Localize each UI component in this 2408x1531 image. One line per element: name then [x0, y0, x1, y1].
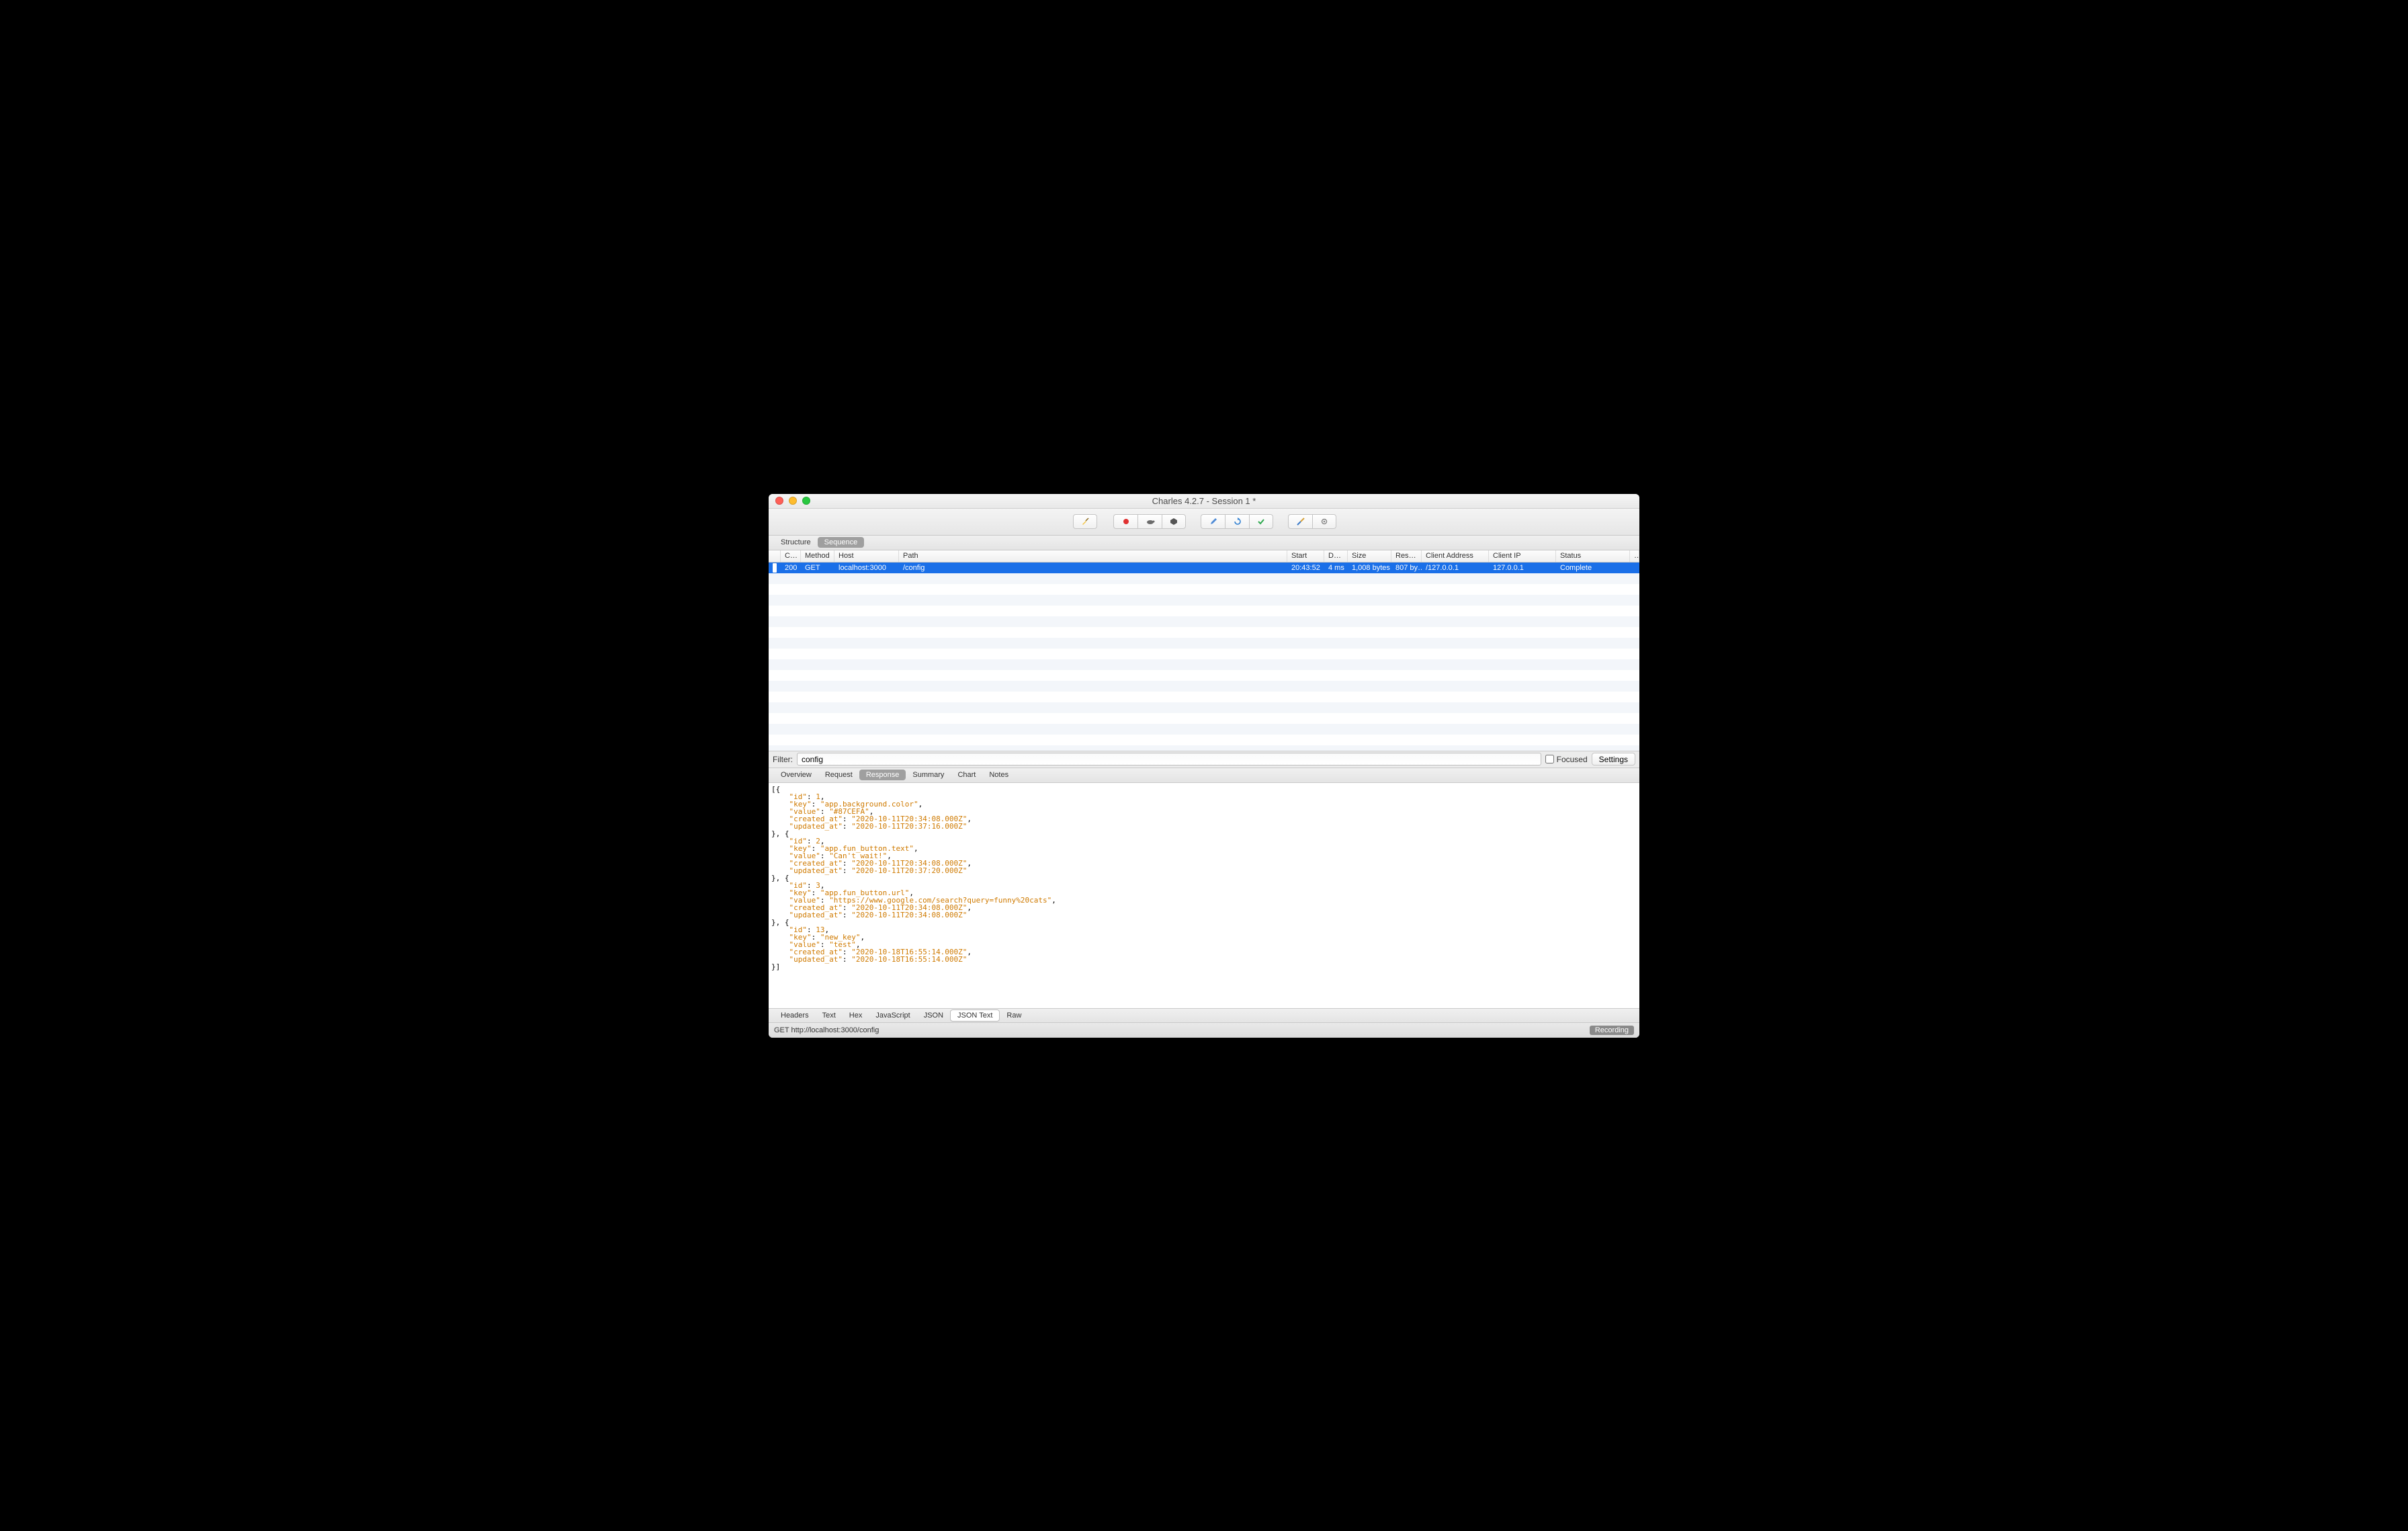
tab-sequence[interactable]: Sequence — [818, 537, 865, 548]
panel-tab-chart[interactable]: Chart — [951, 770, 982, 780]
panel-tabs: OverviewRequestResponseSummaryChartNotes — [769, 768, 1639, 783]
table-row — [769, 627, 1639, 638]
cell-path: /config — [899, 564, 1287, 572]
file-icon — [769, 563, 781, 573]
format-tab-hex[interactable]: Hex — [843, 1010, 869, 1021]
edit-button[interactable] — [1201, 514, 1225, 529]
cell-size: 1,008 bytes — [1348, 564, 1391, 572]
validate-button[interactable] — [1249, 514, 1273, 529]
focused-checkbox-wrap[interactable]: Focused — [1545, 755, 1588, 764]
table-row — [769, 595, 1639, 606]
wrench-icon — [1297, 518, 1305, 526]
table-row — [769, 606, 1639, 616]
focused-label: Focused — [1557, 755, 1588, 764]
col-extra[interactable]: … — [1630, 550, 1639, 562]
cell-resp: 807 by… — [1391, 564, 1422, 572]
table-row — [769, 735, 1639, 745]
cell-duration: 4 ms — [1324, 564, 1348, 572]
tools-button[interactable] — [1288, 514, 1312, 529]
toolbar — [769, 509, 1639, 536]
col-code[interactable]: C… — [781, 550, 801, 562]
tab-structure[interactable]: Structure — [774, 537, 818, 548]
broom-icon — [1080, 517, 1090, 526]
table-row — [769, 713, 1639, 724]
panel-tab-overview[interactable]: Overview — [774, 770, 818, 780]
tools-group — [1288, 514, 1336, 529]
hexagon-icon — [1170, 518, 1178, 526]
filter-label: Filter: — [773, 755, 793, 764]
col-client-ip[interactable]: Client IP — [1489, 550, 1556, 562]
pencil-icon — [1209, 518, 1217, 526]
col-resp[interactable]: Resp … — [1391, 550, 1422, 562]
table-row — [769, 702, 1639, 713]
col-method[interactable]: Method — [801, 550, 834, 562]
table-row — [769, 724, 1639, 735]
throttle-button[interactable] — [1137, 514, 1162, 529]
broom-button[interactable] — [1073, 514, 1097, 529]
filter-row: Filter: Focused Settings — [769, 751, 1639, 768]
refresh-icon — [1234, 518, 1242, 526]
format-tab-raw[interactable]: Raw — [1000, 1010, 1028, 1021]
recording-badge: Recording — [1590, 1026, 1634, 1035]
table-body[interactable]: 200GETlocalhost:3000/config20:43:524 ms1… — [769, 563, 1639, 751]
format-tab-javascript[interactable]: JavaScript — [869, 1010, 916, 1021]
cell-client-ip: 127.0.0.1 — [1489, 564, 1556, 572]
col-status[interactable]: Status — [1556, 550, 1630, 562]
record-icon — [1123, 518, 1129, 525]
table-row — [769, 745, 1639, 751]
titlebar: Charles 4.2.7 - Session 1 * — [769, 494, 1639, 509]
col-duration[interactable]: D… — [1324, 550, 1348, 562]
format-tab-headers[interactable]: Headers — [774, 1010, 816, 1021]
cell-status: Complete — [1556, 564, 1630, 572]
table-row — [769, 638, 1639, 649]
cell-method: GET — [801, 564, 834, 572]
col-icon[interactable] — [769, 550, 781, 562]
table-row — [769, 670, 1639, 681]
table-row — [769, 584, 1639, 595]
panel-tab-summary[interactable]: Summary — [906, 770, 951, 780]
format-tab-text[interactable]: Text — [816, 1010, 843, 1021]
table-row — [769, 659, 1639, 670]
filter-input[interactable] — [797, 753, 1541, 766]
record-button[interactable] — [1113, 514, 1137, 529]
window-title: Charles 4.2.7 - Session 1 * — [769, 496, 1639, 506]
cell-start: 20:43:52 — [1287, 564, 1324, 572]
turtle-icon — [1146, 518, 1155, 525]
table-row[interactable]: 200GETlocalhost:3000/config20:43:524 ms1… — [769, 563, 1639, 573]
breakpoints-button[interactable] — [1162, 514, 1186, 529]
table-header: C… Method Host Path Start D… Size Resp …… — [769, 550, 1639, 563]
app-window: Charles 4.2.7 - Session 1 * — [769, 494, 1639, 1038]
status-bar: GET http://localhost:3000/config Recordi… — [769, 1023, 1639, 1038]
settings-button[interactable] — [1312, 514, 1336, 529]
format-tabs: HeadersTextHexJavaScriptJSONJSON TextRaw — [769, 1008, 1639, 1023]
cell-code: 200 — [781, 564, 801, 572]
col-client-address[interactable]: Client Address — [1422, 550, 1489, 562]
panel-tab-notes[interactable]: Notes — [982, 770, 1015, 780]
table-row — [769, 616, 1639, 627]
gear-icon — [1320, 518, 1328, 526]
col-path[interactable]: Path — [899, 550, 1287, 562]
action-group — [1201, 514, 1273, 529]
check-icon — [1257, 518, 1265, 526]
table-row — [769, 649, 1639, 659]
status-left: GET http://localhost:3000/config — [774, 1026, 879, 1034]
cell-client-address: /127.0.0.1 — [1422, 564, 1489, 572]
panel-tab-response[interactable]: Response — [859, 770, 906, 780]
panel-tab-request[interactable]: Request — [818, 770, 859, 780]
repeat-button[interactable] — [1225, 514, 1249, 529]
record-group — [1113, 514, 1186, 529]
view-tabs: Structure Sequence — [769, 536, 1639, 550]
response-body[interactable]: [{ "id": 1, "key": "app.background.color… — [769, 783, 1639, 1008]
focused-checkbox[interactable] — [1545, 755, 1554, 763]
col-host[interactable]: Host — [834, 550, 899, 562]
table-row — [769, 573, 1639, 584]
col-size[interactable]: Size — [1348, 550, 1391, 562]
filter-settings-button[interactable]: Settings — [1592, 753, 1635, 766]
table-row — [769, 692, 1639, 702]
format-tab-json-text[interactable]: JSON Text — [950, 1009, 1000, 1022]
cell-host: localhost:3000 — [834, 564, 899, 572]
col-start[interactable]: Start — [1287, 550, 1324, 562]
table-row — [769, 681, 1639, 692]
format-tab-json[interactable]: JSON — [917, 1010, 950, 1021]
